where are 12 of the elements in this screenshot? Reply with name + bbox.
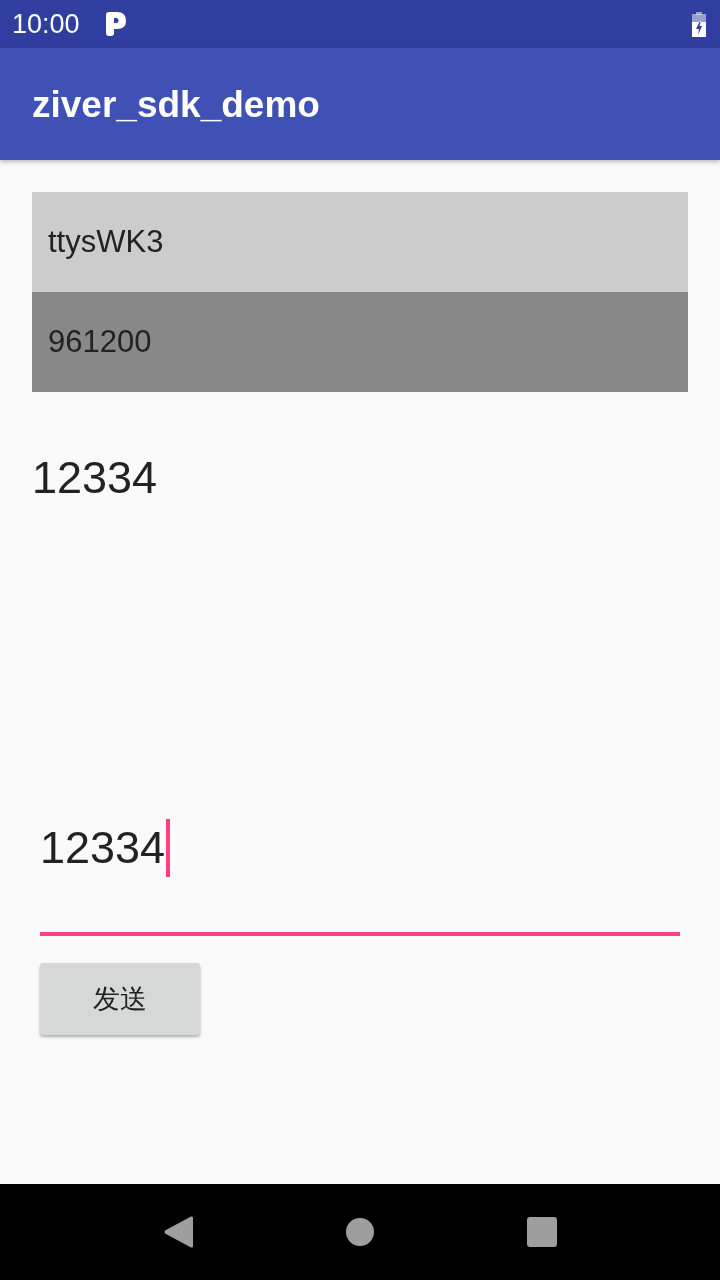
list-item[interactable]: ttysWK3 xyxy=(32,192,688,292)
back-icon[interactable] xyxy=(163,1216,193,1248)
app-title: ziver_sdk_demo xyxy=(32,85,320,123)
text-cursor-icon xyxy=(166,819,171,877)
send-button[interactable]: 发送 xyxy=(40,963,200,1035)
battery-charging-icon xyxy=(692,11,706,37)
received-text: 12334 xyxy=(32,451,158,505)
home-icon[interactable] xyxy=(346,1218,374,1246)
p-logo-icon xyxy=(105,12,126,36)
message-input[interactable]: 12334 xyxy=(40,819,680,936)
status-time: 10:00 xyxy=(12,10,80,38)
list-item[interactable]: 961200 xyxy=(32,292,688,392)
